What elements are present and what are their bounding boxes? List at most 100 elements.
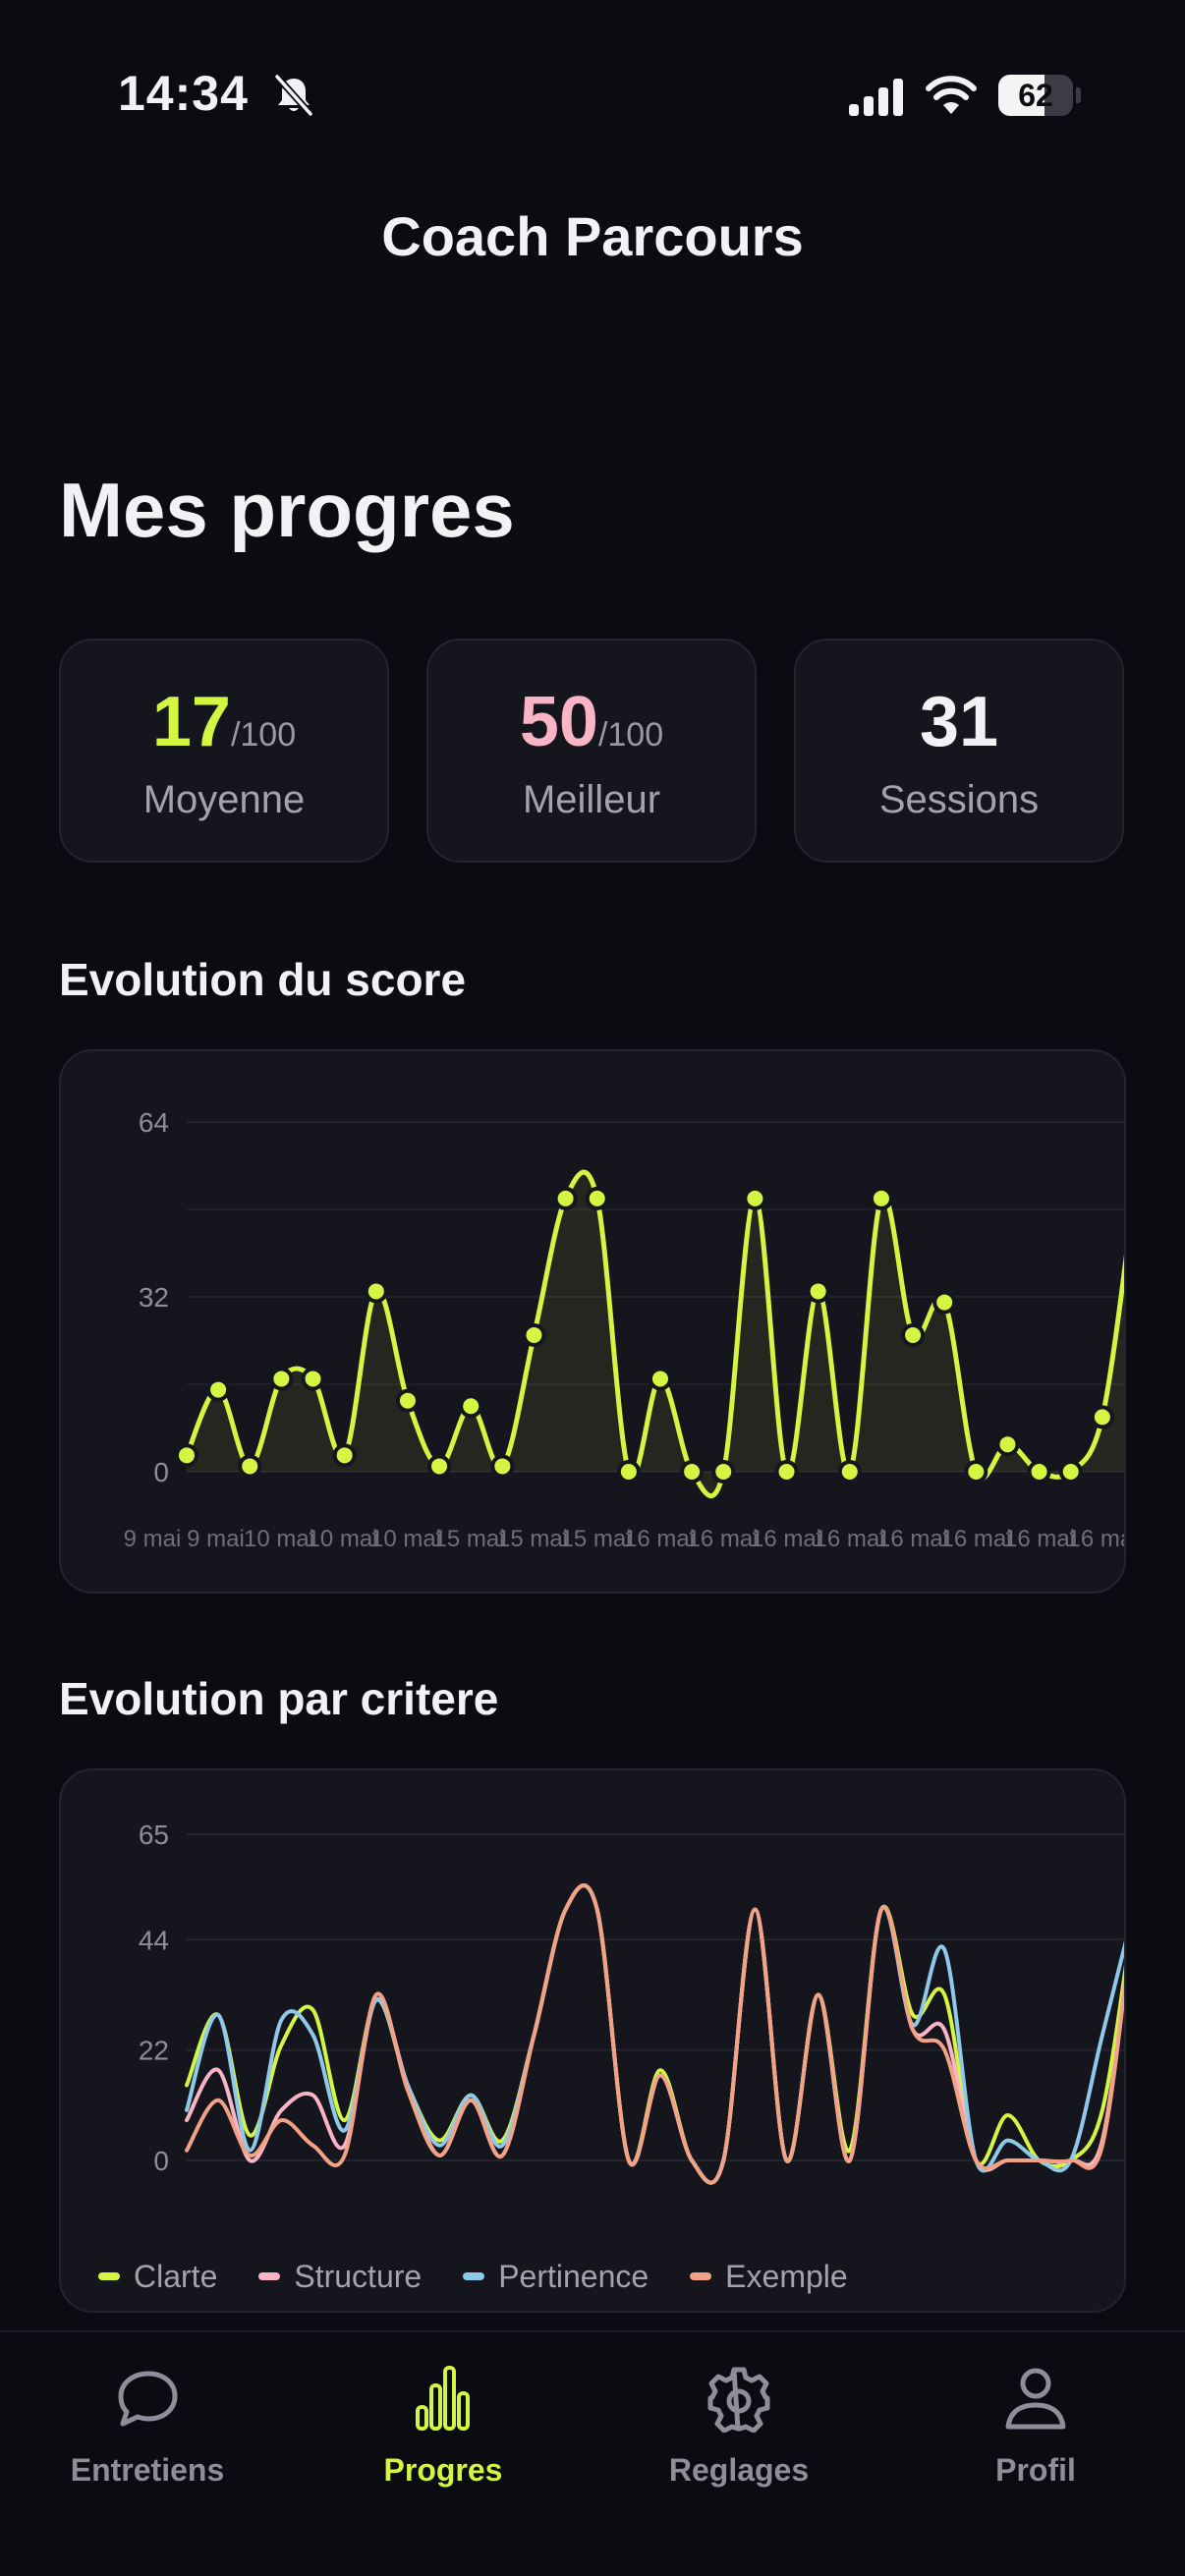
x-tick-label: 15 mai [497,1526,568,1552]
stat-card-sessions: 31 Sessions [794,639,1124,863]
stat-value: 31 [919,683,999,761]
tab-reglages[interactable]: Reglages [621,2354,857,2501]
tab-label: Reglages [668,2452,810,2488]
legend-swatch [463,2272,485,2280]
data-point [1122,1192,1124,1205]
y-tick-label: 65 [139,1820,169,1850]
x-tick-label: 16 mai [1004,1526,1075,1552]
legend-item: Pertinence [463,2259,649,2295]
x-tick-label: 10 mai [370,1526,441,1552]
battery-indicator: 62 [998,75,1081,116]
tab-label: Profil [995,2452,1076,2488]
tab-label: Progres [383,2452,503,2488]
page-title: Mes progres [59,467,515,553]
x-tick-label: 16 mai [877,1526,948,1552]
series-line [185,1883,1124,2185]
y-tick-label: 64 [139,1107,169,1138]
battery-level: 62 [1018,78,1053,113]
data-point [901,1322,926,1347]
legend-item: Structure [258,2259,422,2295]
data-point [869,1186,893,1210]
gear-icon [707,2367,770,2433]
criteria-chart: 0 22 44 65 [139,1820,1124,2185]
y-tick-label: 32 [139,1282,169,1313]
data-point [995,1432,1020,1457]
x-tick-label: 16 mai [624,1526,695,1552]
x-tick-label: 9 mai [187,1526,245,1552]
y-tick-label: 0 [153,1457,169,1487]
stat-card-average: 17/100 Moyenne [59,639,389,863]
data-point [585,1186,609,1210]
stat-label: Meilleur [522,778,661,821]
legend-label: Structure [294,2258,423,2294]
legend-item: Clarte [98,2259,217,2295]
score-chart-card: 0 32 64 9 mai 9 mai 10 mai 10 mai 10 mai 15 mai 1… [59,1049,1126,1594]
bar-chart-icon [416,2366,470,2431]
criteria-section-title: Evolution par critere [59,1673,499,1724]
score-chart: 032649 mai 9 mai 10 mai10 mai10 mai15 mai1… [124,1107,1124,1552]
data-point [1027,1460,1051,1484]
series-line [185,1883,1124,2185]
person-icon [1005,2368,1066,2430]
data-point [269,1367,294,1391]
series-line [185,1883,1124,2185]
tab-bar: Entretiens Progres Reglages Profil [0,2330,1185,2576]
x-tick-label: 16 mai [687,1526,758,1552]
stat-card-best: 50/100 Meilleur [426,639,757,863]
data-point [774,1460,799,1484]
x-tick-label: 10 mai [307,1526,377,1552]
data-point [932,1290,957,1315]
data-point [490,1454,515,1479]
data-point [649,1367,672,1391]
data-point [1058,1460,1083,1484]
status-bar: 14:34 62 [0,0,1185,196]
series-line [185,1883,1124,2185]
stat-suffix: /100 [230,716,297,754]
data-point [711,1460,736,1484]
data-point [616,1460,641,1484]
legend-swatch [690,2272,712,2280]
bell-off-icon [274,74,313,117]
y-tick-label: 0 [153,2146,169,2176]
data-point [395,1388,420,1413]
y-tick-label: 22 [139,2036,169,2066]
y-tick-label: 44 [139,1925,169,1955]
tab-label: Entretiens [70,2452,225,2488]
legend-swatch [98,2272,120,2280]
data-point [206,1377,231,1402]
score-section-title: Evolution du score [59,954,467,1005]
legend-swatch [258,2272,281,2280]
data-point [301,1367,325,1391]
stat-value: 17 [151,683,231,761]
tab-progres[interactable]: Progres [325,2354,561,2501]
data-point [837,1460,862,1484]
tab-profil[interactable]: Profil [918,2354,1154,2501]
wifi-icon [926,76,977,114]
stat-suffix: /100 [597,716,664,754]
status-time: 14:34 [118,66,249,121]
data-point [680,1460,705,1484]
legend-label: Exemple [725,2258,848,2294]
legend-item: Exemple [690,2259,848,2295]
data-point [806,1279,830,1304]
app-title: Coach Parcours [381,205,804,267]
x-tick-label: 16 mai [751,1526,821,1552]
data-point [553,1186,578,1210]
stat-label: Sessions [878,778,1040,821]
data-point [459,1394,483,1419]
data-point [364,1279,388,1304]
chat-bubble-icon [118,2371,178,2427]
chart-legend: Clarte Structure Pertinence Exemple [98,2252,848,2301]
data-point [743,1186,767,1210]
x-tick-label: 15 mai [560,1526,631,1552]
data-point [238,1454,262,1479]
x-tick-label: 10 mai [244,1526,314,1552]
legend-label: Pertinence [498,2258,649,2294]
data-point [332,1443,357,1468]
criteria-chart-card: 0 22 44 65 Clarte Structure Pertinence Exemple [59,1768,1126,2313]
data-point [964,1460,988,1484]
data-point [522,1322,546,1347]
x-tick-label: 16 mai [814,1526,884,1552]
tab-entretiens[interactable]: Entretiens [29,2354,265,2501]
x-tick-label: 15 mai [433,1526,504,1552]
